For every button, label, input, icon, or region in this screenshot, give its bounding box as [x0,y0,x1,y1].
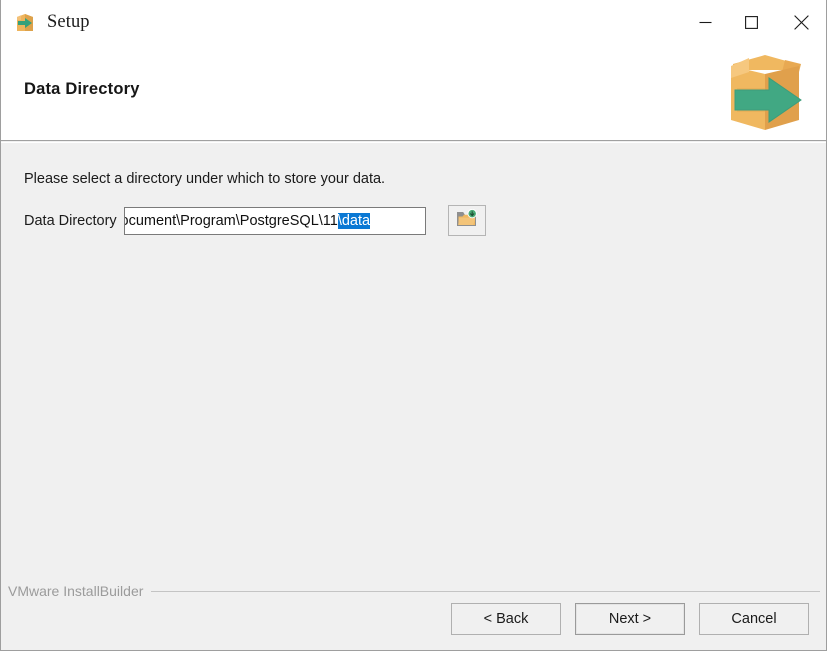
data-directory-field-row: Data Directory )ocument\Program\PostgreS… [24,205,486,236]
installbuilder-box-arrow-icon [14,12,36,34]
title-bar-left: Setup [1,0,682,45]
close-icon[interactable] [774,0,827,45]
next-button[interactable]: Next > [575,603,685,635]
window-controls [682,0,827,45]
setup-window: Setup Data Directory [0,0,827,651]
installbuilder-box-arrow-icon [719,50,811,136]
footer-brand-label: VMware InstallBuilder [8,583,151,599]
page-body: Please select a directory under which to… [1,142,827,651]
maximize-icon[interactable] [728,0,774,45]
data-directory-label: Data Directory [24,213,117,229]
data-directory-value-selected: \data [338,213,370,229]
instruction-text: Please select a directory under which to… [24,171,385,187]
minimize-icon[interactable] [682,0,728,45]
title-bar: Setup [1,0,827,45]
page-title: Data Directory [24,80,140,99]
back-button[interactable]: < Back [451,603,561,635]
browse-folder-button[interactable] [448,205,486,236]
folder-open-download-icon [456,209,478,232]
data-directory-input[interactable]: )ocument\Program\PostgreSQL\11\data [124,207,426,235]
data-directory-input-text: )ocument\Program\PostgreSQL\11\data [124,208,370,234]
page-header: Data Directory [1,45,827,141]
window-title: Setup [47,12,90,33]
dialog-buttons: < Back Next > Cancel [1,603,827,635]
data-directory-value-prefix: )ocument\Program\PostgreSQL\11 [124,213,338,229]
cancel-button[interactable]: Cancel [699,603,809,635]
footer-divider [151,591,820,592]
footer-brand-row: VMware InstallBuilder [8,583,820,599]
